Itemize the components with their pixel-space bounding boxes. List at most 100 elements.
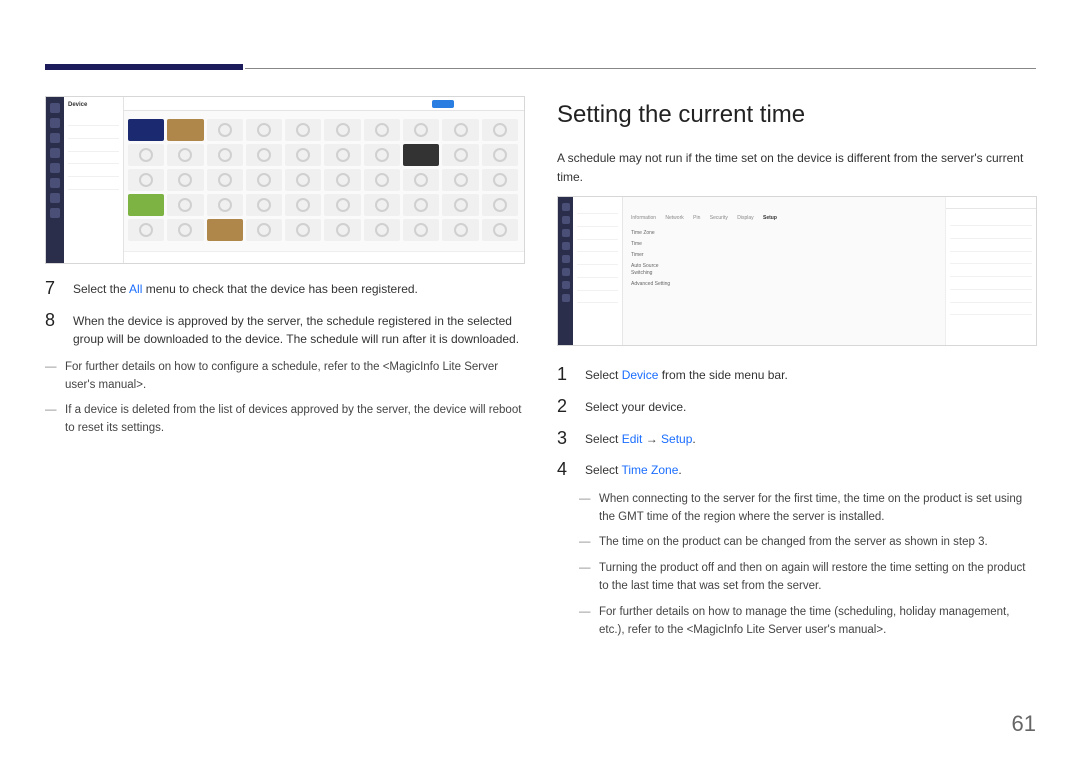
dash-icon: ― <box>45 359 55 395</box>
link-edit: Edit <box>622 432 643 446</box>
step-number: 8 <box>45 310 59 349</box>
mini-tab: Security <box>710 215 728 221</box>
step-number: 4 <box>557 459 571 481</box>
thumb-empty <box>324 169 360 191</box>
thumb-empty <box>246 169 282 191</box>
thumb-empty <box>246 144 282 166</box>
step-7: 7 Select the All menu to check that the … <box>45 278 525 300</box>
step-text: Select your device. <box>585 396 1037 418</box>
right-column: Setting the current time A schedule may … <box>557 96 1037 647</box>
nav-icon <box>562 242 570 250</box>
sidepanel-row <box>68 177 119 190</box>
step-number: 3 <box>557 428 571 450</box>
t: from the side menu bar. <box>658 368 787 382</box>
header-rule <box>245 68 1036 69</box>
note-text: If a device is deleted from the list of … <box>65 402 525 438</box>
step-8: 8 When the device is approved by the ser… <box>45 310 525 349</box>
note-text: The time on the product can be changed f… <box>599 534 1037 552</box>
note-item: ― Turning the product off and then on ag… <box>579 560 1037 596</box>
mini-tab: Display <box>737 215 753 221</box>
note-text: Turning the product off and then on agai… <box>599 560 1037 596</box>
link-setup: Setup <box>661 432 692 446</box>
link-all: All <box>129 282 142 296</box>
form-label: Auto Source Switching <box>631 263 681 279</box>
step-text: When the device is approved by the serve… <box>73 310 525 349</box>
thumb-empty <box>442 144 478 166</box>
note-item: ― The time on the product can be changed… <box>579 534 1037 552</box>
nav-icon <box>50 163 60 173</box>
thumb-empty <box>482 119 518 141</box>
thumb-empty <box>442 169 478 191</box>
step-number: 1 <box>557 364 571 386</box>
dash-icon: ― <box>579 560 589 596</box>
link-timezone: Time Zone <box>621 463 678 477</box>
step-number: 7 <box>45 278 59 300</box>
thumb-empty <box>482 169 518 191</box>
mini-main: Information Network Pin Security Display… <box>623 197 946 345</box>
sidepanel-title: Device <box>68 101 119 110</box>
screenshot-device-setup: Information Network Pin Security Display… <box>557 196 1037 346</box>
thumb-empty <box>324 119 360 141</box>
mini-sidepanel <box>573 197 623 345</box>
step-1: 1 Select Device from the side menu bar. <box>557 364 1037 386</box>
thumb-empty <box>482 194 518 216</box>
nav-icon <box>50 193 60 203</box>
thumb-empty <box>442 119 478 141</box>
thumb-empty <box>207 194 243 216</box>
step-text: Select Device from the side menu bar. <box>585 364 1037 386</box>
thumb-empty <box>403 194 439 216</box>
mini-sidebar <box>558 197 573 345</box>
sidepanel-row <box>68 113 119 126</box>
nav-icon <box>562 229 570 237</box>
mini-tab: Information <box>631 215 656 221</box>
thumb <box>207 219 243 241</box>
mini-footer <box>124 251 524 263</box>
step-text-post: menu to check that the device has been r… <box>142 282 418 296</box>
mini-tab-active: Setup <box>763 215 777 221</box>
note-text: For further details on how to configure … <box>65 359 525 395</box>
nav-icon <box>562 216 570 224</box>
mini-tabs: Information Network Pin Security Display… <box>631 215 785 223</box>
thumb-empty <box>364 219 400 241</box>
nav-icon <box>562 203 570 211</box>
t: Select <box>585 432 622 446</box>
note-item: ― For further details on how to manage t… <box>579 604 1037 640</box>
note-item: ― When connecting to the server for the … <box>579 491 1037 527</box>
section-intro: A schedule may not run if the time set o… <box>557 149 1037 186</box>
mini-sidepanel: Device <box>64 97 124 263</box>
thumb-empty <box>403 219 439 241</box>
thumb-empty <box>403 169 439 191</box>
thumb-empty <box>285 194 321 216</box>
form-label: Advanced Setting <box>631 281 681 289</box>
thumb-empty <box>246 219 282 241</box>
dash-icon: ― <box>579 491 589 527</box>
thumb-empty <box>324 219 360 241</box>
nav-icon <box>50 118 60 128</box>
mini-sidebar <box>46 97 64 263</box>
t: . <box>692 432 695 446</box>
nav-icon <box>562 294 570 302</box>
thumb-empty <box>364 119 400 141</box>
page-columns: Device <box>45 96 1036 647</box>
mini-tab: Network <box>665 215 683 221</box>
thumb <box>128 194 164 216</box>
thumb-empty <box>285 119 321 141</box>
left-column: Device <box>45 96 525 647</box>
thumb-empty <box>128 169 164 191</box>
thumb-empty <box>285 144 321 166</box>
sidepanel-row <box>68 164 119 177</box>
mini-topbar <box>124 97 524 111</box>
thumb <box>403 144 439 166</box>
link-device: Device <box>622 368 659 382</box>
t: . <box>678 463 681 477</box>
section-title: Setting the current time <box>557 96 1037 133</box>
thumb-empty <box>167 169 203 191</box>
thumb-empty <box>403 119 439 141</box>
nav-icon <box>50 103 60 113</box>
form-label: Time <box>631 241 681 249</box>
mini-form: Time Zone Time Timer Auto Source Switchi… <box>631 227 937 292</box>
thumb-empty <box>167 219 203 241</box>
step-number: 2 <box>557 396 571 418</box>
screenshot-device-grid: Device <box>45 96 525 264</box>
page-number: 61 <box>1012 711 1036 737</box>
